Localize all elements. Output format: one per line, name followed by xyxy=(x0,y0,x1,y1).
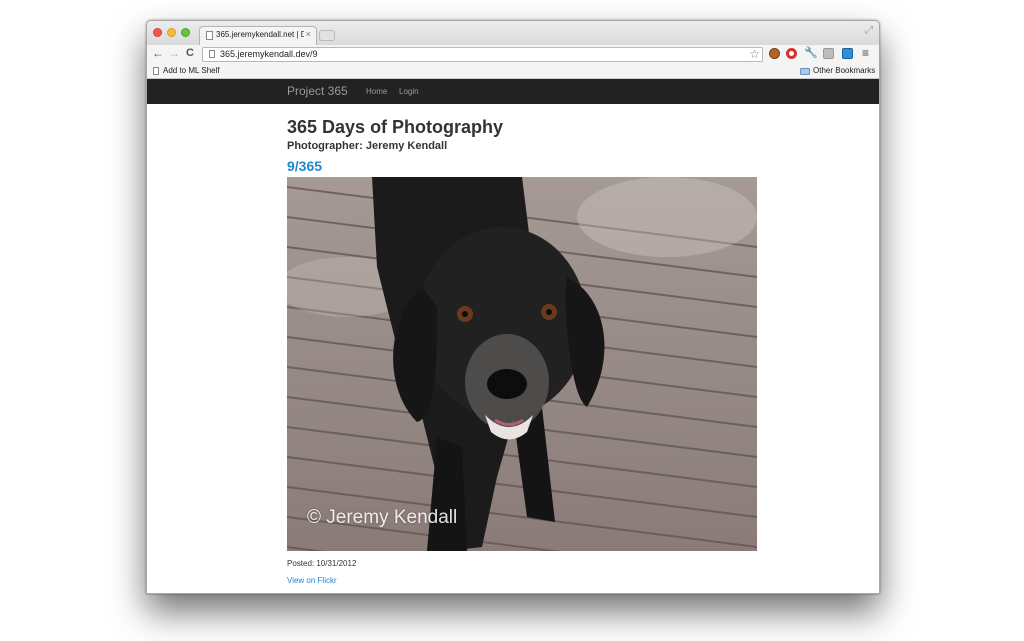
browser-window: 365.jeremykendall.net | Day × ⤢ ← → C 36… xyxy=(146,20,880,594)
view-on-flickr-link[interactable]: View on Flickr xyxy=(287,576,337,585)
tab-title: 365.jeremykendall.net | Day xyxy=(216,30,304,39)
dog-photo-image xyxy=(287,177,757,551)
tab-active[interactable]: 365.jeremykendall.net | Day × xyxy=(199,26,317,45)
photo: © Jeremy Kendall xyxy=(287,177,757,551)
address-url[interactable]: 365.jeremykendall.dev/9 xyxy=(220,49,318,59)
reload-icon[interactable]: C xyxy=(186,46,194,60)
zoom-window-button[interactable] xyxy=(181,28,190,37)
wrench-icon[interactable]: 🔧 xyxy=(804,48,818,59)
back-arrow-icon[interactable]: ← xyxy=(152,46,164,60)
page-icon xyxy=(153,67,159,75)
bookmark-other-bookmarks[interactable]: Other Bookmarks xyxy=(813,66,875,75)
extension-screen-icon[interactable] xyxy=(842,48,853,59)
day-counter: 9/365 xyxy=(287,158,323,174)
nav-home[interactable]: Home xyxy=(366,87,387,96)
fullscreen-icon[interactable]: ⤢ xyxy=(865,25,873,36)
bookmark-add-to-ml-shelf[interactable]: Add to ML Shelf xyxy=(163,66,220,75)
nav-login[interactable]: Login xyxy=(399,87,419,96)
posted-date: Posted: 10/31/2012 xyxy=(287,559,357,568)
close-window-button[interactable] xyxy=(153,28,162,37)
menu-icon[interactable]: ≡ xyxy=(862,46,869,60)
forward-arrow-icon[interactable]: → xyxy=(168,46,180,60)
address-bar[interactable]: 365.jeremykendall.dev/9 ☆ xyxy=(202,47,763,62)
new-tab-button[interactable] xyxy=(319,30,335,41)
minimize-window-button[interactable] xyxy=(167,28,176,37)
page-icon xyxy=(206,31,213,40)
tab-strip: 365.jeremykendall.net | Day × ⤢ xyxy=(147,21,879,45)
site-navbar: Project 365 Home Login xyxy=(147,79,879,104)
tab-close-icon[interactable]: × xyxy=(306,29,311,39)
browser-toolbar: ← → C 365.jeremykendall.dev/9 ☆ 🔧 ≡ xyxy=(147,45,879,63)
site-brand[interactable]: Project 365 xyxy=(287,84,348,98)
extension-opera-icon[interactable] xyxy=(786,48,797,59)
extension-box-icon[interactable] xyxy=(823,48,834,59)
bookmarks-bar: Add to ML Shelf Other Bookmarks xyxy=(147,63,879,79)
extension-cookie-icon[interactable] xyxy=(769,48,780,59)
page-icon xyxy=(209,50,215,58)
bookmark-star-icon[interactable]: ☆ xyxy=(749,47,760,61)
photographer-credit: Photographer: Jeremy Kendall xyxy=(287,140,448,152)
folder-icon xyxy=(800,68,810,75)
page-title: 365 Days of Photography xyxy=(287,117,504,137)
page-content: 365 Days of Photography Photographer: Je… xyxy=(147,104,879,593)
photo-watermark: © Jeremy Kendall xyxy=(307,507,458,528)
